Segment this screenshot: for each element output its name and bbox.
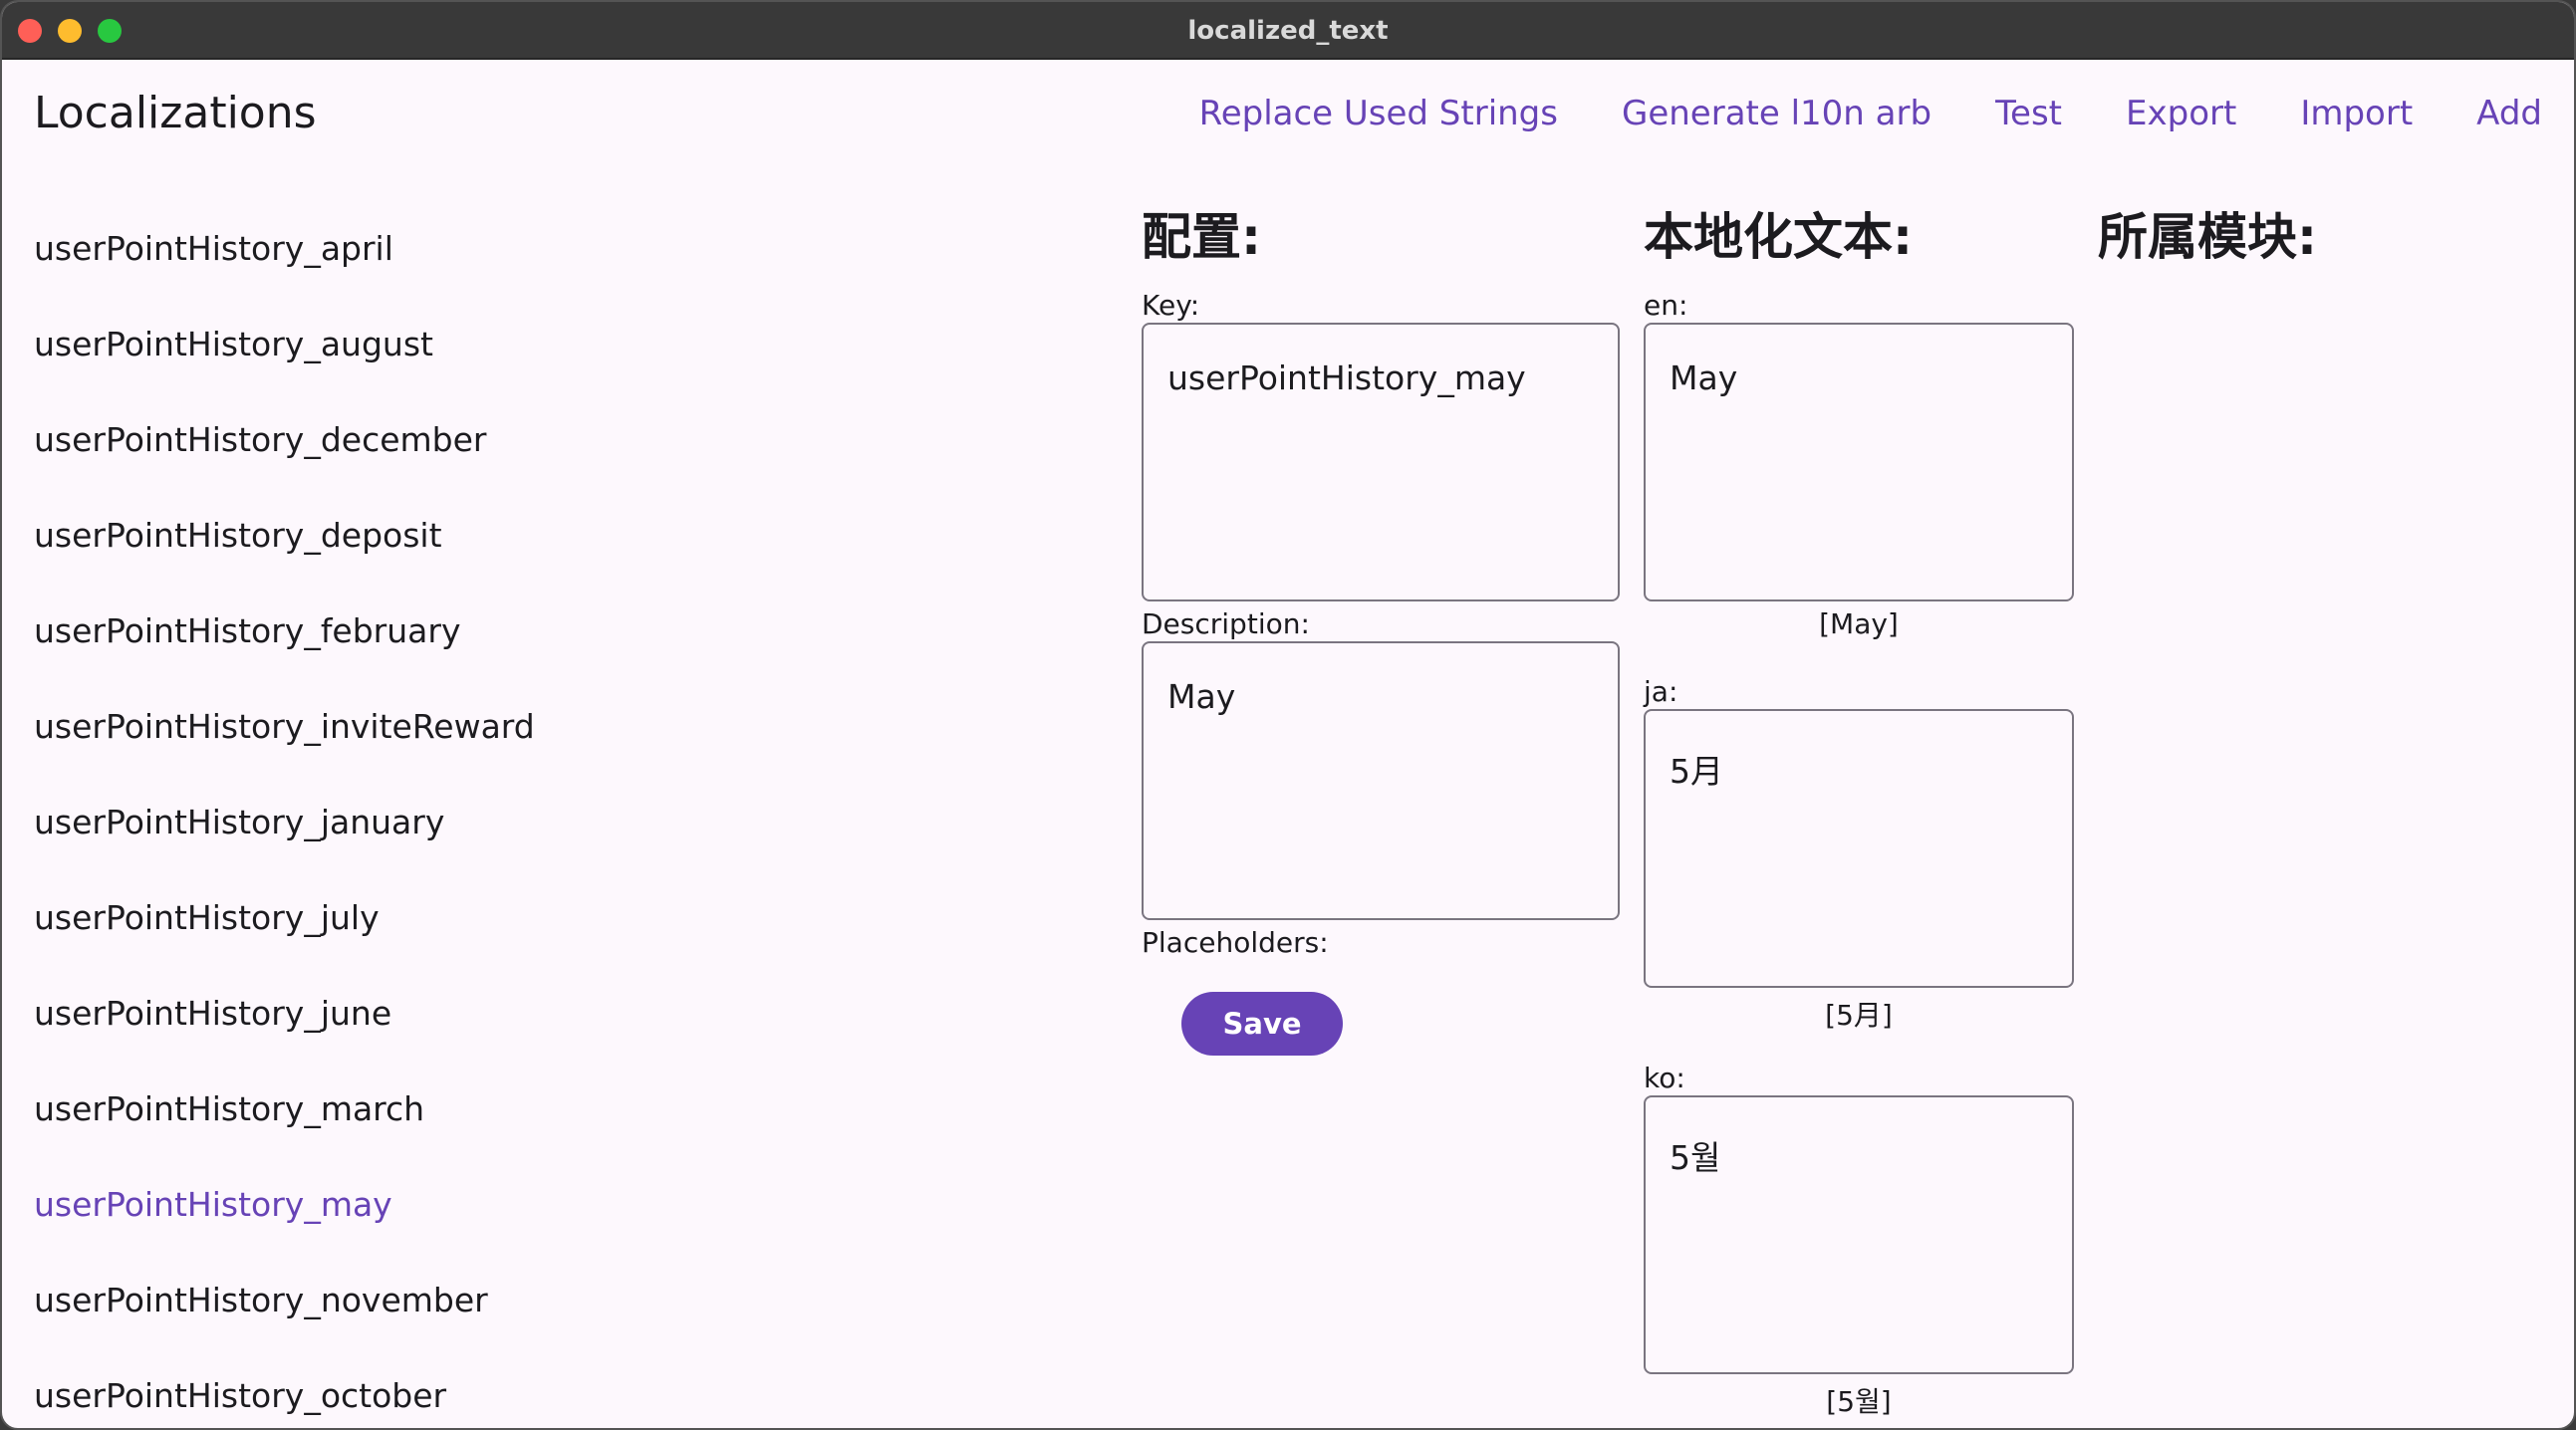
import-button[interactable]: Import	[2300, 94, 2413, 133]
key-list: userPointHistory_april userPointHistory_…	[34, 191, 1030, 1428]
key-list-item[interactable]: userPointHistory_august	[34, 287, 1030, 382]
key-list-item[interactable]: userPointHistory_february	[34, 574, 1030, 669]
app-window: localized_text Localizations Replace Use…	[0, 0, 2576, 1430]
title-bar: localized_text	[2, 2, 2574, 60]
config-heading: 配置:	[1142, 208, 1261, 266]
key-list-item[interactable]: userPointHistory_december	[34, 382, 1030, 478]
key-list-item[interactable]: userPointHistory_january	[34, 765, 1030, 860]
window-title: localized_text	[1187, 16, 1389, 46]
locale-field-ja[interactable]: 5月	[1644, 709, 2074, 988]
locale-label-ja: ja:	[1644, 675, 1678, 708]
locale-preview-en: [May]	[1819, 607, 1899, 640]
key-list-item-selected[interactable]: userPointHistory_may	[34, 1147, 1030, 1243]
locale-label-en: en:	[1644, 289, 1688, 322]
key-list-item[interactable]: userPointHistory_june	[34, 956, 1030, 1052]
generate-l10n-arb-button[interactable]: Generate l10n arb	[1622, 94, 1932, 133]
key-list-item[interactable]: userPointHistory_march	[34, 1052, 1030, 1147]
localized-heading: 本地化文本:	[1644, 208, 1913, 266]
locale-label-ko: ko:	[1644, 1062, 1685, 1094]
key-list-item[interactable]: userPointHistory_deposit	[34, 478, 1030, 574]
key-list-item[interactable]: userPointHistory_november	[34, 1243, 1030, 1338]
key-list-item[interactable]: userPointHistory_october	[34, 1338, 1030, 1428]
key-list-item[interactable]: userPointHistory_inviteReward	[34, 669, 1030, 765]
locale-field-ko[interactable]: 5월	[1644, 1095, 2074, 1374]
page-title: Localizations	[34, 88, 317, 138]
replace-used-strings-button[interactable]: Replace Used Strings	[1199, 94, 1558, 133]
placeholders-label: Placeholders:	[1142, 926, 1329, 959]
key-field[interactable]: userPointHistory_may	[1142, 323, 1620, 601]
module-heading: 所属模块:	[2098, 208, 2317, 266]
key-list-item[interactable]: userPointHistory_april	[34, 191, 1030, 287]
locale-preview-ko: [5월]	[1826, 1385, 1892, 1418]
locale-preview-ja: [5月]	[1825, 999, 1893, 1032]
key-list-item[interactable]: userPointHistory_july	[34, 860, 1030, 956]
export-button[interactable]: Export	[2126, 94, 2236, 133]
locale-field-en[interactable]: May	[1644, 323, 2074, 601]
key-label: Key:	[1142, 289, 1200, 322]
description-field[interactable]: May	[1142, 641, 1620, 920]
add-button[interactable]: Add	[2476, 94, 2542, 133]
description-label: Description:	[1142, 607, 1310, 640]
save-button[interactable]: Save	[1181, 992, 1343, 1056]
toolbar-actions: Replace Used Strings Generate l10n arb T…	[1199, 94, 2542, 133]
test-button[interactable]: Test	[1995, 94, 2062, 133]
